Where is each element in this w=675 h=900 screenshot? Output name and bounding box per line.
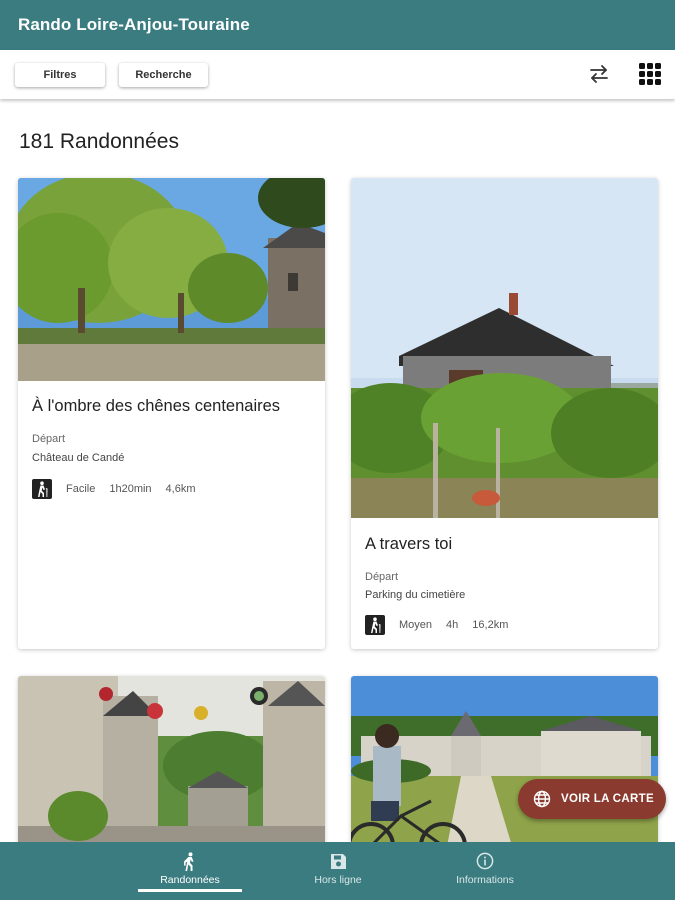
hike-photo xyxy=(351,178,658,518)
tab-label: Hors ligne xyxy=(314,874,362,886)
map-view-label: VOIR LA CARTE xyxy=(561,793,654,805)
difficulty: Facile xyxy=(66,483,96,495)
map-view-button[interactable]: VOIR LA CARTE xyxy=(518,779,666,819)
hike-meta: Facile 1h20min 4,6km xyxy=(32,479,210,499)
tab-label: Randonnées xyxy=(160,874,220,886)
app-screen: Rando Loire-Anjou-Touraine Filtres Reche… xyxy=(0,0,675,900)
tab-label: Informations xyxy=(456,874,514,886)
hike-title: A travers toi xyxy=(365,535,453,553)
globe-icon xyxy=(532,789,552,809)
duration: 4h xyxy=(446,619,459,631)
distance: 4,6km xyxy=(165,483,196,495)
hiker-icon xyxy=(32,479,52,499)
hike-meta: Moyen 4h 16,2km xyxy=(365,615,522,635)
depart-label: Départ xyxy=(365,571,399,583)
duration: 1h20min xyxy=(109,483,152,495)
tab-informations[interactable]: Informations xyxy=(433,842,537,900)
grid-apps-icon[interactable] xyxy=(637,61,663,87)
depart-label: Départ xyxy=(32,433,66,445)
tab-hors-ligne[interactable]: Hors ligne xyxy=(286,842,390,900)
active-tab-indicator xyxy=(138,889,242,892)
info-icon xyxy=(475,851,495,871)
app-bar: Rando Loire-Anjou-Touraine xyxy=(0,0,675,50)
difficulty: Moyen xyxy=(399,619,433,631)
hike-title: À l'ombre des chênes centenaires xyxy=(32,397,281,415)
search-button[interactable]: Recherche xyxy=(119,62,208,87)
hike-card[interactable]: A travers toi Départ Parking du cimetièr… xyxy=(351,178,658,649)
toolbar: Filtres Recherche xyxy=(0,50,675,99)
app-title: Rando Loire-Anjou-Touraine xyxy=(18,15,250,34)
distance: 16,2km xyxy=(472,619,509,631)
hike-photo xyxy=(18,178,325,381)
depart-place: Parking du cimetière xyxy=(365,589,466,601)
save-icon xyxy=(328,851,348,871)
hike-card[interactable]: À l'ombre des chênes centenaires Départ … xyxy=(18,178,325,649)
depart-place: Château de Candé xyxy=(32,452,125,464)
filters-button[interactable]: Filtres xyxy=(15,62,105,87)
bottom-navigation: Randonnées Hors ligne Informations xyxy=(0,842,675,900)
hiker-icon xyxy=(365,615,385,635)
swap-arrows-icon[interactable] xyxy=(586,61,612,87)
results-count: 181 Randonnées xyxy=(19,130,179,153)
hiker-icon xyxy=(180,851,200,871)
